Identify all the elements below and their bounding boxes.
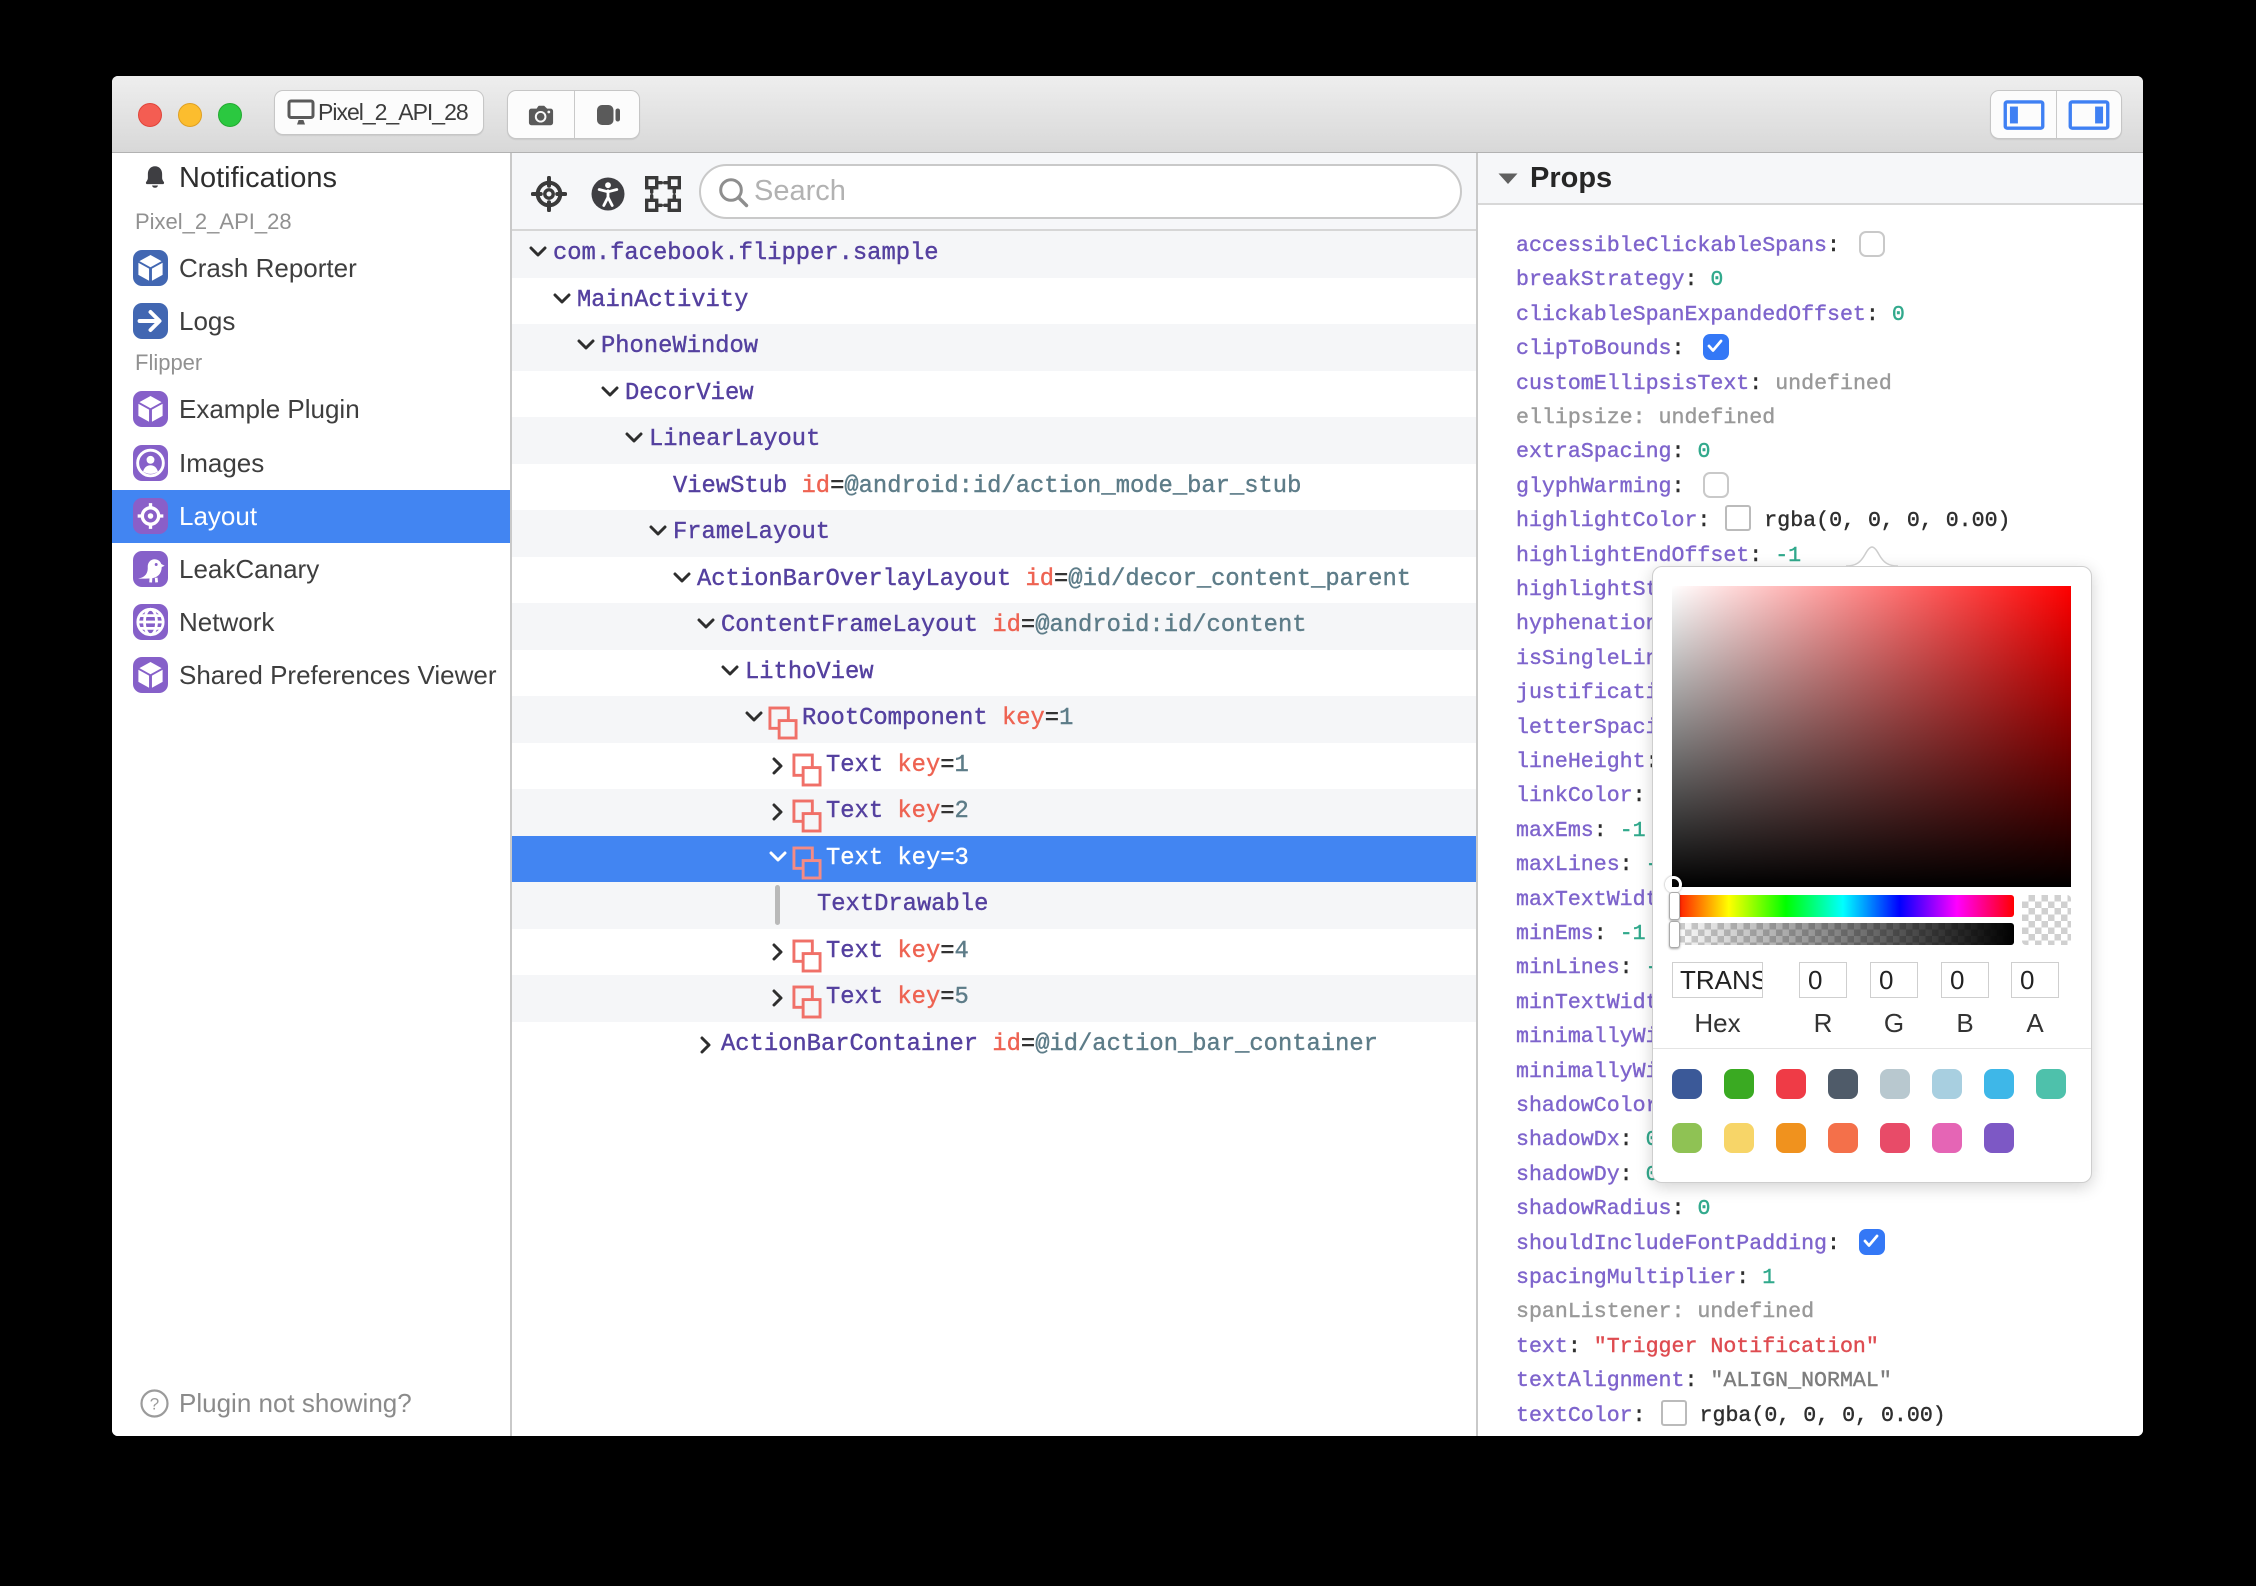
svg-text:?: ? bbox=[150, 1395, 159, 1414]
